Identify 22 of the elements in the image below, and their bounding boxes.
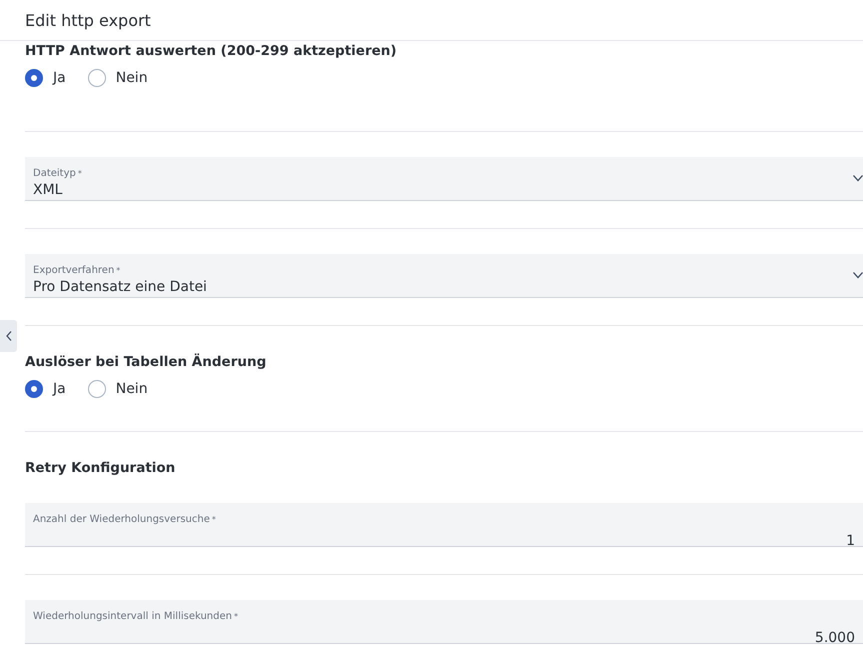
radio-option[interactable]: Nein [88,380,148,398]
section-heading: Retry Konfiguration [25,459,176,478]
field-label: Dateityp * [33,167,82,180]
group-title: HTTP Antwort auswerten (200-299 aktzeptieren) [25,42,397,61]
radio-option[interactable]: Nein [88,69,148,87]
collapse-button[interactable] [0,320,17,352]
field-value: Pro Datensatz eine Datei [33,278,207,297]
select-field[interactable]: Exportverfahren * Pro Datensatz eine Datei [25,254,863,298]
number-field[interactable]: Wiederholungsintervall in Millisekunden * 5.000 [25,600,863,644]
chevron-left-icon [6,331,12,341]
chevron-down-icon [853,272,863,279]
field-label: Anzahl der Wiederholungsversuche * [33,513,216,526]
field-value: XML [33,181,62,200]
field-label: Exportverfahren * [33,264,120,277]
field-label: Wiederholungsintervall in Millisekunden * [33,610,238,623]
radio-option[interactable]: Ja [25,380,66,398]
chevron-down-icon [853,175,863,182]
select-field[interactable]: Dateityp * XML [25,157,863,201]
number-field[interactable]: Anzahl der Wiederholungsversuche * 1 [25,503,863,547]
group-title: Auslöser bei Tabellen Änderung [25,352,266,372]
window-title: Edit http export [25,10,151,30]
radio-option[interactable]: Ja [25,69,66,87]
